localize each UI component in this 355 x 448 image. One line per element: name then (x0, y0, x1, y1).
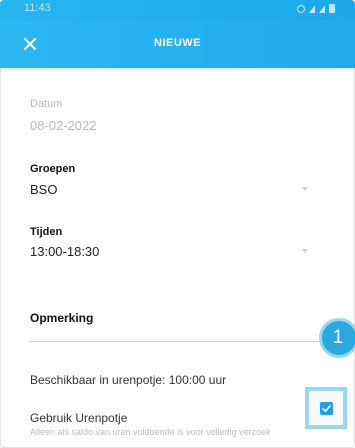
chevron-down-icon (302, 249, 308, 253)
gebruik-urenpotje-checkbox[interactable] (305, 387, 347, 429)
app-screen: 11:43 NIEUWE Datum 08-02-2022 Groepen BS… (0, 0, 355, 448)
wifi-icon (309, 4, 315, 13)
request-form: Datum 08-02-2022 Groepen BSO Tijden 13:0… (0, 68, 355, 448)
tijden-value: 13:00-18:30 (30, 244, 100, 259)
alarm-icon (297, 4, 305, 13)
datum-label: Datum (30, 98, 63, 110)
status-icons (297, 4, 335, 13)
signal-icon (319, 4, 325, 13)
status-time: 11:43 (24, 2, 51, 14)
groepen-value: BSO (30, 182, 58, 197)
checkmark-icon (322, 405, 331, 412)
annotation-badge: 1 (319, 318, 355, 358)
page-title: NIEUWE (154, 37, 201, 49)
battery-icon (329, 4, 335, 13)
opmerking-divider (30, 341, 328, 342)
gebruik-urenpotje-hint: Alleen als saldo van uren voldoende is v… (30, 427, 271, 437)
opmerking-label: Opmerking (30, 311, 94, 325)
beschikbaar-text: Beschikbaar in urenpotje: 100:00 uur (30, 373, 227, 387)
app-bar: NIEUWE (0, 20, 355, 68)
groepen-label: Groepen (30, 163, 76, 175)
datum-value: 08-02-2022 (30, 118, 97, 133)
chevron-down-icon (302, 187, 308, 191)
badge-number: 1 (332, 327, 344, 348)
opmerking-input[interactable] (22, 326, 322, 340)
gebruik-urenpotje-label: Gebruik Urenpotje (30, 411, 128, 425)
tijden-label: Tijden (30, 226, 63, 238)
status-bar: 11:43 (0, 0, 355, 20)
checkbox-checked (320, 402, 333, 415)
